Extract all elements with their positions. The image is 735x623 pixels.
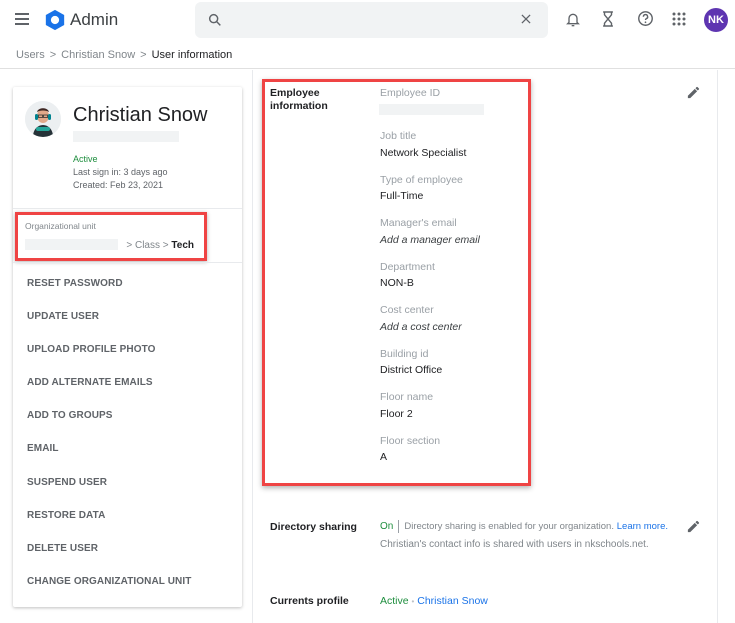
ou-separator: > bbox=[162, 240, 169, 251]
org-unit-label: Organizational unit bbox=[25, 221, 96, 231]
user-card: Christian Snow Active Last sign in: 3 da… bbox=[13, 87, 242, 607]
employee-type-label: Type of employee bbox=[380, 174, 463, 186]
profile-photo[interactable] bbox=[25, 101, 61, 137]
learn-more-link[interactable]: Learn more. bbox=[617, 521, 668, 532]
account-avatar[interactable]: NK bbox=[704, 8, 728, 32]
breadcrumb-separator: > bbox=[49, 49, 57, 61]
reset-password-button[interactable]: RESET PASSWORD bbox=[13, 267, 242, 300]
job-title-value: Network Specialist bbox=[380, 147, 467, 159]
employee-type-value: Full-Time bbox=[380, 190, 424, 202]
add-cost-center-link[interactable]: Add a cost center bbox=[380, 321, 462, 333]
apps-grid-icon[interactable] bbox=[672, 12, 686, 26]
org-unit-section[interactable]: Organizational unit > Class > Tech bbox=[15, 212, 207, 261]
building-id-label: Building id bbox=[380, 348, 429, 360]
edit-directory-sharing-icon[interactable] bbox=[686, 519, 701, 534]
ou-class: Class bbox=[134, 240, 160, 251]
floor-section-label: Floor section bbox=[380, 435, 441, 447]
email-button[interactable]: EMAIL bbox=[13, 432, 242, 465]
currents-profile-status: Active bbox=[380, 595, 409, 607]
directory-sharing-title: Directory sharing bbox=[270, 521, 357, 533]
floor-section-value: A bbox=[380, 451, 388, 463]
user-name: Christian Snow bbox=[73, 104, 208, 126]
hourglass-tasks-icon[interactable] bbox=[601, 10, 615, 28]
org-unit-root-redacted bbox=[25, 239, 118, 250]
search-bar[interactable] bbox=[195, 2, 548, 38]
app-title[interactable]: Admin bbox=[70, 10, 118, 30]
currents-profile-link[interactable]: Christian Snow bbox=[417, 595, 488, 607]
department-value: NON-B bbox=[380, 277, 414, 289]
help-icon[interactable] bbox=[637, 10, 654, 27]
building-id-value: District Office bbox=[380, 364, 443, 376]
add-manager-email-link[interactable]: Add a manager email bbox=[380, 234, 480, 246]
delete-user-button[interactable]: DELETE USER bbox=[13, 532, 242, 565]
floor-name-label: Floor name bbox=[380, 391, 434, 403]
change-org-unit-button[interactable]: CHANGE ORGANIZATIONAL UNIT bbox=[13, 565, 242, 598]
last-sign-in: Last sign in: 3 days ago bbox=[73, 167, 168, 177]
floor-name-value: Floor 2 bbox=[380, 408, 413, 420]
cost-center-label: Cost center bbox=[380, 304, 434, 316]
employee-id-label: Employee ID bbox=[380, 87, 441, 99]
header-divider bbox=[0, 68, 735, 69]
title-line: Employee bbox=[270, 87, 320, 99]
admin-logo-icon[interactable] bbox=[44, 9, 66, 31]
breadcrumb-users[interactable]: Users bbox=[16, 49, 45, 61]
search-input[interactable] bbox=[235, 10, 505, 30]
directory-sharing-status: On bbox=[380, 521, 394, 533]
top-app-bar: Admin NK bbox=[0, 0, 735, 40]
suspend-user-button[interactable]: SUSPEND USER bbox=[13, 466, 242, 499]
job-title-label: Job title bbox=[380, 130, 417, 142]
ou-tech: Tech bbox=[171, 240, 194, 251]
add-to-groups-button[interactable]: ADD TO GROUPS bbox=[13, 399, 242, 432]
department-label: Department bbox=[380, 261, 435, 273]
directory-sharing-detail: Christian's contact info is shared with … bbox=[380, 539, 649, 550]
user-status: Active bbox=[73, 154, 98, 164]
card-divider bbox=[13, 262, 242, 263]
add-alternate-emails-button[interactable]: ADD ALTERNATE EMAILS bbox=[13, 366, 242, 399]
breadcrumb: Users > Christian Snow > User information bbox=[16, 49, 232, 61]
manager-email-label: Manager's email bbox=[380, 217, 457, 229]
notifications-bell-icon[interactable] bbox=[565, 10, 581, 28]
directory-sharing-description: Directory sharing is enabled for your or… bbox=[404, 521, 614, 533]
avatar-illustration-icon bbox=[25, 101, 61, 137]
breadcrumb-separator: > bbox=[140, 49, 147, 61]
restore-data-button[interactable]: RESTORE DATA bbox=[13, 499, 242, 532]
bullet-separator: • bbox=[411, 597, 415, 606]
card-divider bbox=[13, 208, 242, 209]
user-email-redacted bbox=[73, 131, 179, 142]
user-details-panel: Employee information Employee ID Job tit… bbox=[252, 70, 718, 623]
currents-profile-title: Currents profile bbox=[270, 595, 349, 607]
title-line: information bbox=[270, 100, 328, 112]
org-unit-path: > Class > Tech bbox=[126, 240, 194, 251]
search-icon[interactable] bbox=[207, 12, 223, 28]
currents-profile-line: Active • Christian Snow bbox=[380, 595, 488, 607]
created-date: Created: Feb 23, 2021 bbox=[73, 180, 164, 190]
user-actions-list: RESET PASSWORD UPDATE USER UPLOAD PROFIL… bbox=[13, 267, 242, 598]
upload-profile-photo-button[interactable]: UPLOAD PROFILE PHOTO bbox=[13, 333, 242, 366]
directory-sharing-status-line: On Directory sharing is enabled for your … bbox=[380, 520, 668, 533]
breadcrumb-user[interactable]: Christian Snow bbox=[61, 49, 135, 61]
status-divider bbox=[398, 520, 400, 533]
employee-id-redacted bbox=[379, 104, 484, 115]
ou-separator: > bbox=[126, 240, 133, 251]
clear-icon[interactable] bbox=[519, 12, 533, 26]
menu-icon[interactable] bbox=[15, 13, 29, 25]
breadcrumb-current: User information bbox=[151, 49, 233, 61]
update-user-button[interactable]: UPDATE USER bbox=[13, 300, 242, 333]
employee-info-title: Employee information bbox=[270, 87, 328, 113]
edit-employee-info-icon[interactable] bbox=[686, 85, 701, 100]
